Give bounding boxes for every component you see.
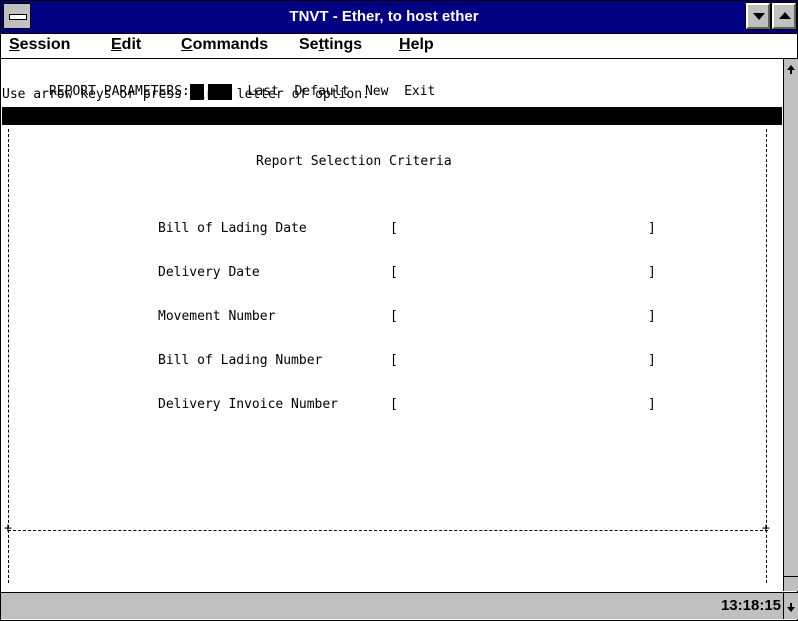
clock-time: 13:18:15 <box>720 597 781 614</box>
bill-of-lading-date-input[interactable] <box>400 220 644 238</box>
field-open-bracket: [ <box>390 221 398 236</box>
form-border-right <box>766 129 767 583</box>
screen-header: FMRMVMNT Movement Journal Help = Ctrl-w <box>2 107 782 177</box>
form-corner-left: + <box>4 521 12 536</box>
menu-bar: Session Edit Commands Settings Help <box>1 34 797 59</box>
status-bar: 13:18:15 <box>1 592 783 619</box>
menu-help[interactable]: Help <box>399 36 434 54</box>
field-close-bracket: ] <box>648 265 656 280</box>
field-open-bracket: [ <box>390 309 398 324</box>
field-open-bracket: [ <box>390 397 398 412</box>
scroll-thumb[interactable] <box>784 576 798 591</box>
chevron-down-icon <box>753 13 765 20</box>
help-shortcut: Help = Ctrl-w <box>638 162 740 177</box>
section-title: Report Selection Criteria <box>256 154 452 169</box>
menu-session[interactable]: Session <box>9 36 70 54</box>
report-parameters-line: REPORT PARAMETERS: Last Default New Exit <box>2 65 435 100</box>
form-corner-right: + <box>762 521 770 536</box>
field-open-bracket: [ <box>390 265 398 280</box>
form-border-bottom <box>8 530 768 531</box>
menu-edit[interactable]: Edit <box>111 36 141 54</box>
vertical-scrollbar[interactable] <box>783 59 798 591</box>
field-close-bracket: ] <box>648 397 656 412</box>
scroll-down-icon <box>787 603 795 612</box>
movement-number-input[interactable] <box>400 308 644 326</box>
field-label: Bill of Lading Number <box>158 353 323 368</box>
option-exit[interactable]: Exit <box>404 84 435 99</box>
hint-line: Use arrow keys or press first letter of … <box>2 87 370 102</box>
field-label: Bill of Lading Date <box>158 221 307 236</box>
terminal-screen[interactable]: REPORT PARAMETERS: Last Default New Exit… <box>2 59 782 591</box>
system-menu-icon[interactable] <box>3 3 31 29</box>
title-bar[interactable]: TNVT - Ether, to host ether <box>1 1 797 34</box>
delivery-invoice-number-input[interactable] <box>400 396 644 414</box>
field-close-bracket: ] <box>648 309 656 324</box>
minimize-button[interactable] <box>745 2 771 30</box>
maximize-button[interactable] <box>771 2 797 30</box>
scroll-up-icon[interactable] <box>787 65 795 74</box>
delivery-date-input[interactable] <box>400 264 644 282</box>
chevron-up-icon <box>779 12 791 19</box>
window-title: TNVT - Ether, to host ether <box>289 8 479 25</box>
menu-commands[interactable]: Commands <box>181 36 268 54</box>
bill-of-lading-number-input[interactable] <box>400 352 644 370</box>
terminal-window: TNVT - Ether, to host ether Session Edit… <box>0 0 798 621</box>
field-label: Movement Number <box>158 309 276 324</box>
field-close-bracket: ] <box>648 353 656 368</box>
field-close-bracket: ] <box>648 221 656 236</box>
field-open-bracket: [ <box>390 353 398 368</box>
program-id: FMRMVMNT <box>8 126 71 141</box>
scroll-down-button[interactable] <box>783 592 798 619</box>
field-label: Delivery Date <box>158 265 260 280</box>
form-border-left <box>8 129 9 583</box>
field-label: Delivery Invoice Number <box>158 397 339 412</box>
menu-settings[interactable]: Settings <box>299 36 362 54</box>
